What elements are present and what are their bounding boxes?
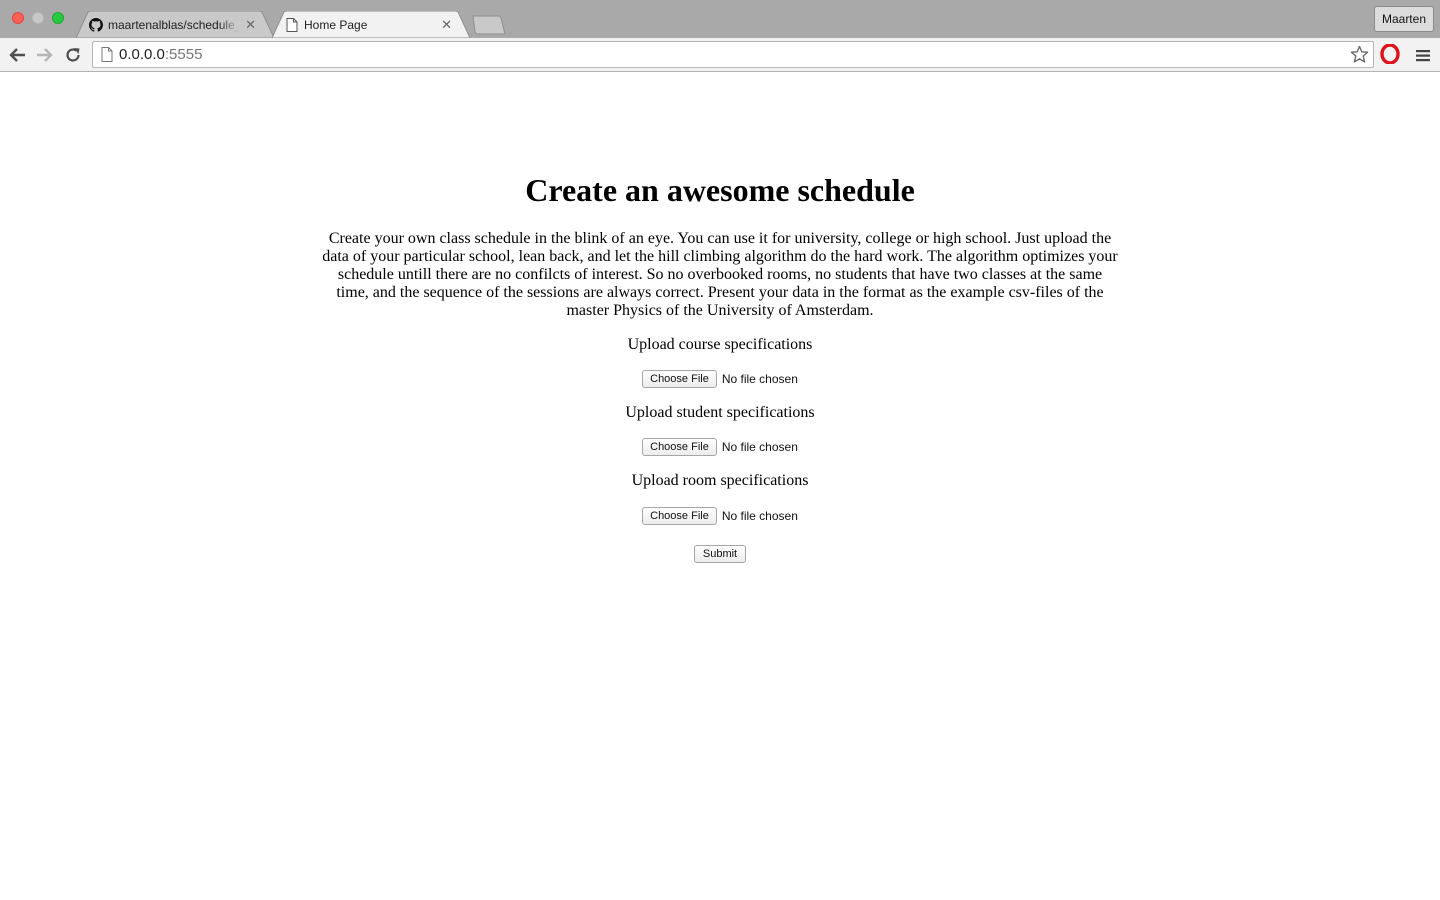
new-tab-button[interactable] <box>470 15 506 35</box>
window-maximize-button[interactable] <box>52 12 64 24</box>
browser-toolbar: 0.0.0.0:5555 <box>0 38 1440 72</box>
student-file-input[interactable]: Choose File No file chosen <box>0 438 1440 456</box>
student-choose-file-button[interactable]: Choose File <box>642 438 717 456</box>
close-icon[interactable]: ✕ <box>441 18 452 31</box>
student-file-status: No file chosen <box>721 440 798 454</box>
window-close-button[interactable] <box>12 12 24 24</box>
url-text: 0.0.0.0:5555 <box>119 42 202 67</box>
page-title: Create an awesome schedule <box>525 172 915 208</box>
page-icon <box>284 17 300 33</box>
intro-paragraph: Create your own class schedule in the bl… <box>322 230 1118 319</box>
room-file-status: No file chosen <box>721 509 798 523</box>
course-file-status: No file chosen <box>721 372 798 386</box>
tab-title: maartenalblas/schedule_maker <box>108 17 239 32</box>
course-choose-file-button[interactable]: Choose File <box>642 370 717 388</box>
course-file-input[interactable]: Choose File No file chosen <box>0 370 1440 388</box>
back-button[interactable] <box>6 44 28 66</box>
back-arrow-icon <box>9 48 25 62</box>
page-icon <box>101 47 113 62</box>
url-host: 0.0.0.0 <box>119 46 165 63</box>
reload-icon <box>66 48 80 62</box>
submit-button[interactable]: Submit <box>694 545 746 563</box>
close-icon[interactable]: ✕ <box>245 18 256 31</box>
student-upload-label: Upload student specifications <box>625 404 815 421</box>
window-minimize-button[interactable] <box>32 12 44 24</box>
address-bar[interactable]: 0.0.0.0:5555 <box>92 41 1374 68</box>
opera-extension-icon[interactable] <box>1380 44 1400 64</box>
room-file-input[interactable]: Choose File No file chosen <box>0 507 1440 525</box>
tab-title: Home Page <box>304 17 368 32</box>
room-choose-file-button[interactable]: Choose File <box>642 507 717 525</box>
page-content: Create an awesome schedule Create your o… <box>0 72 1440 900</box>
url-port: :5555 <box>164 46 203 63</box>
forward-button[interactable] <box>34 44 56 66</box>
tab-strip: maartenalblas/schedule_maker ✕ Home Page… <box>0 0 1440 38</box>
tab-home-page[interactable]: Home Page ✕ <box>272 11 470 38</box>
course-upload-label: Upload course specifications <box>627 336 813 353</box>
hamburger-menu-icon <box>1416 49 1430 61</box>
bookmark-star-icon[interactable] <box>1350 45 1369 64</box>
profile-button[interactable]: Maarten <box>1373 6 1434 32</box>
forward-arrow-icon <box>37 48 53 62</box>
reload-button[interactable] <box>62 44 84 66</box>
github-icon <box>88 17 104 33</box>
browser-menu-button[interactable] <box>1412 44 1434 66</box>
tab-github[interactable]: maartenalblas/schedule_maker ✕ <box>76 11 274 38</box>
room-upload-label: Upload room specifications <box>631 472 809 489</box>
